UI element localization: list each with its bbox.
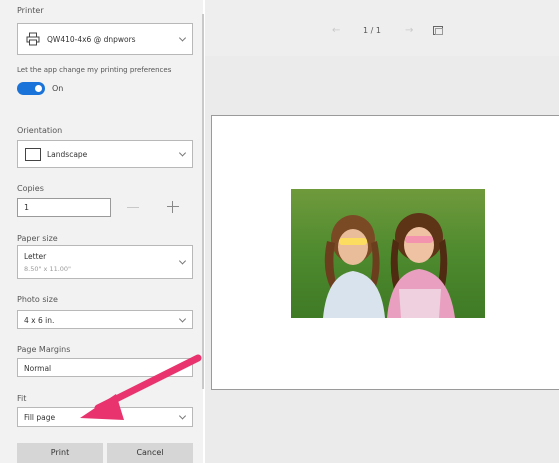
printer-icon (26, 32, 40, 46)
chevron-down-icon (178, 149, 187, 157)
minus-icon[interactable] (127, 207, 139, 208)
page-indicator: 1 / 1 (363, 26, 381, 35)
chevron-down-icon (178, 257, 187, 265)
paper-size-dims: 8.50" x 11.00" (24, 265, 72, 273)
preview-toolbar (205, 0, 559, 56)
cancel-button[interactable]: Cancel (107, 443, 193, 463)
paper-size-label: Paper size (17, 234, 58, 243)
paper-size-dropdown[interactable]: Letter 8.50" x 11.00" (17, 245, 193, 279)
prefs-toggle[interactable] (17, 82, 45, 95)
chevron-down-icon (178, 314, 187, 323)
arrow-right-icon[interactable]: → (405, 25, 413, 36)
fit-value: Fill page (24, 413, 56, 422)
orientation-value: Landscape (47, 150, 88, 159)
copies-input[interactable]: 1 (17, 198, 111, 217)
chevron-down-icon (178, 34, 187, 42)
photo-size-value: 4 x 6 in. (24, 316, 55, 325)
photo-size-dropdown[interactable]: 4 x 6 in. (17, 310, 193, 329)
plus-icon[interactable] (165, 199, 181, 215)
copies-value: 1 (24, 203, 30, 212)
landscape-icon (25, 148, 41, 161)
printer-label: Printer (17, 6, 44, 15)
annotation-arrow (80, 354, 202, 420)
toggle-state-label: On (52, 84, 64, 93)
toggle-knob (35, 85, 42, 92)
photo-size-label: Photo size (17, 295, 58, 304)
printer-dropdown[interactable]: QW410-4x6 @ dnpwors (17, 23, 193, 55)
preview-photo (291, 189, 485, 318)
margins-label: Page Margins (17, 345, 71, 354)
settings-scrollbar[interactable] (202, 14, 204, 389)
prefs-label: Let the app change my printing preferenc… (17, 66, 172, 74)
print-button[interactable]: Print (17, 443, 103, 463)
arrow-left-icon[interactable]: ← (332, 25, 340, 36)
paper-size-value: Letter (24, 252, 47, 261)
orientation-dropdown[interactable]: Landscape (17, 140, 193, 168)
printer-value: QW410-4x6 @ dnpwors (47, 35, 136, 44)
fit-label: Fit (17, 394, 27, 403)
orientation-label: Orientation (17, 126, 63, 135)
fit-page-icon[interactable] (433, 26, 443, 35)
copies-label: Copies (17, 184, 44, 193)
margins-value: Normal (24, 364, 52, 373)
